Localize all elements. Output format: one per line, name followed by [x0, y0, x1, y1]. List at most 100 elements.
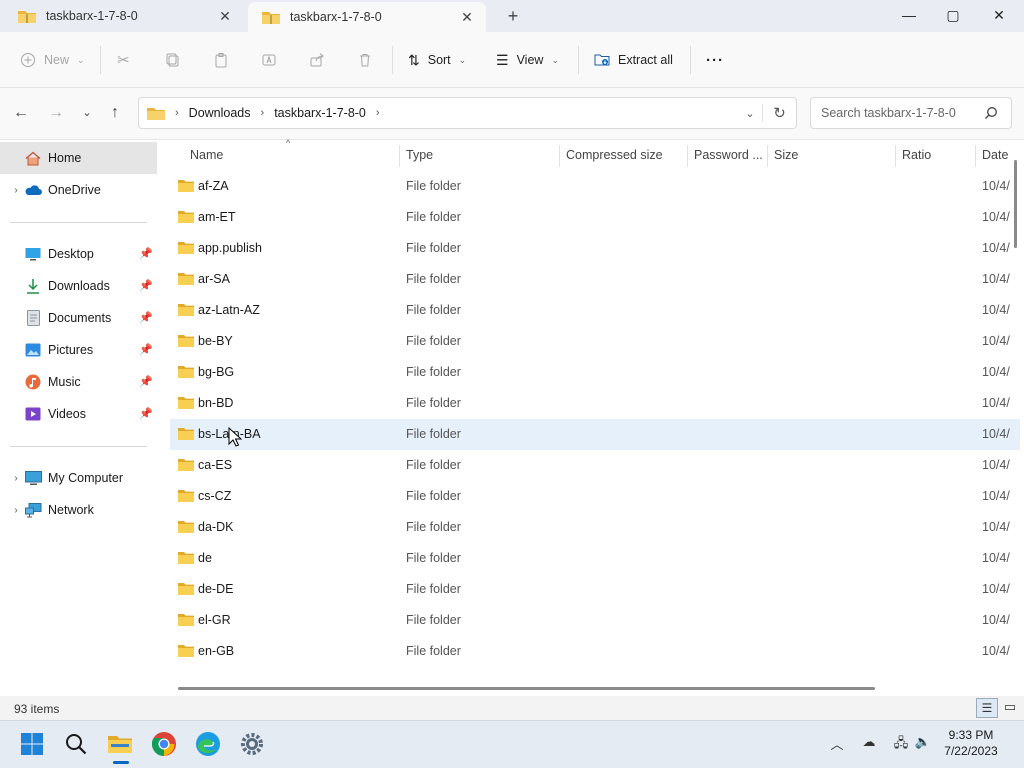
chevron-right-icon[interactable]: › — [8, 185, 24, 196]
file-name[interactable]: am-ET — [198, 202, 398, 233]
close-button[interactable]: ✕ — [976, 0, 1022, 32]
close-icon[interactable]: ✕ — [216, 8, 234, 25]
new-button[interactable]: New ⌄ — [20, 46, 85, 74]
refresh-icon[interactable]: ↻ — [762, 104, 796, 122]
file-name[interactable]: de — [198, 543, 398, 574]
table-row[interactable]: be-BY File folder 10/4/ — [170, 326, 1020, 357]
nav-item-pictures[interactable]: Pictures 📌 — [0, 334, 157, 366]
delete-button[interactable] — [357, 46, 373, 74]
column-header-size[interactable]: Size — [768, 140, 894, 170]
forward-button[interactable]: → — [45, 102, 67, 124]
column-header-password[interactable]: Password ... — [688, 140, 766, 170]
breadcrumb-downloads[interactable]: Downloads — [189, 106, 251, 120]
table-row[interactable]: bg-BG File folder 10/4/ — [170, 357, 1020, 388]
nav-item-my-computer[interactable]: › My Computer — [0, 462, 157, 494]
taskbar-settings[interactable] — [236, 728, 268, 760]
table-row[interactable]: bs-Latn-BAFile folder10/4/ — [170, 419, 1020, 450]
nav-item-videos[interactable]: Videos 📌 — [0, 398, 157, 430]
back-button[interactable]: ← — [10, 102, 32, 124]
recent-locations-button[interactable]: ⌄ — [76, 102, 98, 124]
sort-button[interactable]: ⇅ Sort ⌄ — [408, 46, 466, 74]
network-status-icon[interactable]: 🖧 — [890, 734, 912, 754]
table-row[interactable]: cs-CZ File folder 10/4/ — [170, 481, 1020, 512]
table-row[interactable]: ca-ES File folder 10/4/ — [170, 450, 1020, 481]
tiles-view-icon[interactable]: ▭ — [1001, 698, 1019, 718]
table-row[interactable]: app.publish File folder 10/4/ — [170, 233, 1020, 264]
file-name[interactable]: ca-ES — [198, 450, 398, 481]
nav-item-documents[interactable]: Documents 📌 — [0, 302, 157, 334]
taskbar-file-explorer[interactable] — [104, 728, 136, 760]
show-hidden-icons-chevron-up-icon[interactable]: ︿ — [826, 734, 848, 754]
table-row[interactable]: bn-BD File folder 10/4/ — [170, 388, 1020, 419]
search-button[interactable] — [60, 728, 92, 760]
extract-all-button[interactable]: Extract all — [594, 46, 673, 74]
vertical-scrollbar[interactable] — [1014, 160, 1017, 248]
breadcrumb-current[interactable]: taskbarx-1-7-8-0 — [274, 106, 366, 120]
file-name[interactable]: app.publish — [198, 233, 398, 264]
taskbar-chrome[interactable] — [148, 728, 180, 760]
cloud-offline-icon[interactable]: ☁ — [858, 734, 880, 754]
column-header-ratio[interactable]: Ratio — [896, 140, 974, 170]
nav-item-desktop[interactable]: Desktop 📌 — [0, 238, 157, 270]
file-name[interactable]: da-DK — [198, 512, 398, 543]
table-row[interactable]: am-ET File folder 10/4/ — [170, 202, 1020, 233]
column-header-compressed-size[interactable]: Compressed size — [560, 140, 686, 170]
file-name[interactable]: ar-SA — [198, 264, 398, 295]
pin-icon[interactable]: 📌 — [139, 311, 153, 324]
pin-icon[interactable]: 📌 — [139, 247, 153, 260]
file-name[interactable]: de-DE — [198, 574, 398, 605]
table-row[interactable]: ar-SA File folder 10/4/ — [170, 264, 1020, 295]
close-icon[interactable]: ✕ — [458, 9, 476, 26]
file-name[interactable]: af-ZA — [198, 171, 398, 202]
file-name[interactable]: be-BY — [198, 326, 398, 357]
new-tab-button[interactable]: + — [500, 4, 526, 28]
paste-button[interactable] — [213, 46, 229, 74]
file-name[interactable]: bn-BD — [198, 388, 398, 419]
table-row[interactable]: af-ZA File folder 10/4/ — [170, 171, 1020, 202]
table-row[interactable]: de-DE File folder 10/4/ — [170, 574, 1020, 605]
horizontal-scrollbar[interactable] — [178, 687, 875, 690]
file-name[interactable]: el-GR — [198, 605, 398, 636]
more-options-button[interactable]: ··· — [706, 46, 724, 74]
pin-icon[interactable]: 📌 — [139, 343, 153, 356]
address-bar[interactable]: › Downloads › taskbarx-1-7-8-0 › ⌄ ↻ — [138, 97, 797, 129]
maximize-button[interactable]: ▢ — [930, 0, 976, 32]
taskbar-edge[interactable] — [192, 728, 224, 760]
nav-item-onedrive[interactable]: › OneDrive — [0, 174, 157, 206]
view-button[interactable]: ☰ View ⌄ — [496, 46, 559, 74]
nav-item-music[interactable]: Music 📌 — [0, 366, 157, 398]
rename-button[interactable] — [261, 46, 277, 74]
share-button[interactable] — [309, 46, 325, 74]
file-name[interactable]: cs-CZ — [198, 481, 398, 512]
file-name[interactable]: az-Latn-AZ — [198, 295, 398, 326]
table-row[interactable]: da-DK File folder 10/4/ — [170, 512, 1020, 543]
search-input[interactable] — [819, 105, 984, 121]
cut-button[interactable]: ✂ — [117, 46, 130, 74]
file-name[interactable]: bg-BG — [198, 357, 398, 388]
pin-icon[interactable]: 📌 — [139, 279, 153, 292]
nav-item-home[interactable]: Home — [0, 142, 157, 174]
table-row[interactable]: en-GB File folder 10/4/ — [170, 636, 1020, 667]
chevron-right-icon[interactable]: › — [8, 505, 24, 516]
nav-item-downloads[interactable]: Downloads 📌 — [0, 270, 157, 302]
pin-icon[interactable]: 📌 — [139, 407, 153, 420]
system-clock[interactable]: 9:33 PM 7/22/2023 — [930, 727, 1012, 759]
column-header-name[interactable]: Name — [184, 140, 396, 170]
table-row[interactable]: el-GR File folder 10/4/ — [170, 605, 1020, 636]
column-header-type[interactable]: Type — [400, 140, 558, 170]
minimize-button[interactable]: — — [886, 0, 932, 32]
details-view-icon[interactable]: ☰ — [976, 698, 998, 718]
up-button[interactable]: ↑ — [104, 102, 126, 124]
chevron-right-icon[interactable]: › — [8, 473, 24, 484]
table-row[interactable]: az-Latn-AZ File folder 10/4/ — [170, 295, 1020, 326]
tab-1[interactable]: taskbarx-1-7-8-0 ✕ — [4, 0, 244, 32]
file-name[interactable]: en-GB — [198, 636, 398, 667]
copy-button[interactable] — [165, 46, 181, 74]
address-history-dropdown[interactable]: ⌄ — [738, 107, 762, 120]
table-row[interactable]: de File folder 10/4/ — [170, 543, 1020, 574]
nav-item-network[interactable]: › Network — [0, 494, 157, 526]
tab-2[interactable]: taskbarx-1-7-8-0 ✕ — [248, 2, 486, 32]
start-button[interactable] — [16, 728, 48, 760]
pin-icon[interactable]: 📌 — [139, 375, 153, 388]
column-header-date[interactable]: Date — [976, 140, 1014, 170]
